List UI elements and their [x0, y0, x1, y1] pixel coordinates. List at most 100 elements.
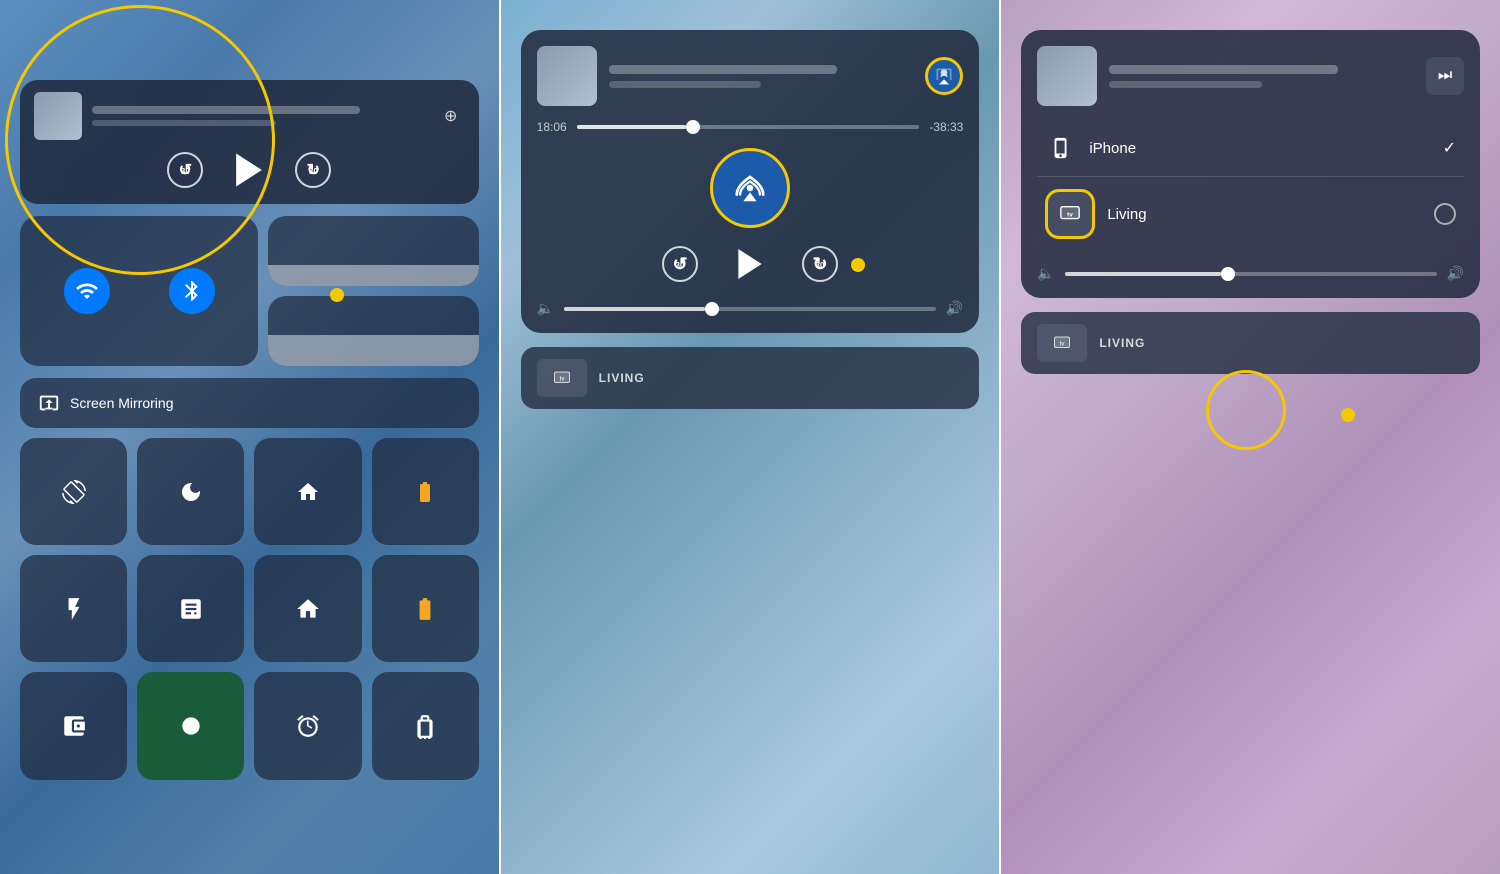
airplay-title-block — [609, 65, 914, 88]
brightness-slider[interactable] — [268, 216, 478, 286]
vol-high-icon-3: 🔊 — [1447, 265, 1464, 282]
album-art-large — [537, 46, 597, 106]
checkmark-icon: ✓ — [1443, 138, 1456, 158]
airplay-big-button[interactable] — [710, 148, 790, 228]
vol-fill-3 — [1065, 272, 1221, 276]
bluetooth-toggle[interactable] — [169, 268, 215, 314]
play-button-2[interactable] — [728, 242, 772, 286]
airplay-icon-button-header[interactable] — [925, 57, 963, 95]
home-control-button[interactable] — [254, 555, 361, 662]
appletv-logo-icon-3: tv — [1051, 334, 1073, 352]
vol-thumb-3 — [1221, 267, 1235, 281]
appletv-thumbnail-3: tv — [1037, 324, 1087, 362]
divider-2-3 — [999, 0, 1001, 874]
media-info — [92, 106, 427, 126]
airplay-title-bar — [609, 65, 838, 74]
volume-track[interactable] — [564, 307, 936, 311]
appletv-logo-icon: tv — [551, 369, 573, 387]
do-not-disturb-button[interactable] — [137, 438, 244, 545]
progress-thumb — [686, 120, 700, 134]
progress-row: 18:06 -38:33 — [537, 120, 964, 134]
screen-mirroring-label: Screen Mirroring — [70, 395, 173, 411]
airplay-button-small[interactable]: ⊕ — [437, 102, 465, 130]
appletv-device-icon[interactable]: tv — [1045, 189, 1095, 239]
sliders-column — [268, 216, 478, 366]
media-title-bar — [92, 106, 360, 114]
appletv-bar[interactable]: tv LIVING — [521, 347, 980, 409]
svg-text:tv: tv — [1067, 211, 1073, 218]
panel3-control-button[interactable]: ⏭ — [1426, 57, 1464, 95]
calculator-button[interactable] — [137, 555, 244, 662]
flashlight-button[interactable] — [20, 555, 127, 662]
progress-track[interactable] — [577, 125, 920, 129]
appletv-thumbnail: tv — [537, 359, 587, 397]
device-list: iPhone ✓ tv Living — [1037, 120, 1464, 251]
media-sub-bar — [92, 120, 276, 126]
action-buttons-grid — [20, 438, 479, 545]
device-picker-title-block — [1109, 65, 1414, 88]
control-center-panel: ⊕ ↺ 30 ↻ 30 — [20, 30, 479, 844]
bottom-buttons-grid — [20, 555, 479, 779]
screen-mirror-icon — [38, 392, 60, 414]
media-controls: ↺ 30 ↻ 30 — [34, 148, 465, 192]
airplay-card-header — [537, 46, 964, 106]
time-elapsed: 18:06 — [537, 120, 567, 134]
panel-control-center: ⊕ ↺ 30 ↻ 30 — [0, 0, 499, 874]
screen-rotation-lock-button[interactable] — [20, 438, 127, 545]
svg-text:tv: tv — [1060, 341, 1065, 347]
living-device-name: Living — [1107, 206, 1422, 223]
media-card: ⊕ ↺ 30 ↻ 30 — [20, 80, 479, 204]
volume-slider[interactable] — [268, 296, 478, 366]
vol-low-icon-3: 🔈 — [1037, 265, 1054, 282]
battery-status-button[interactable] — [372, 555, 479, 662]
skip-forward-button[interactable]: ↻ 30 — [295, 152, 331, 188]
home-app-button[interactable] — [254, 438, 361, 545]
skip-forward-button-2[interactable]: ↻ 30 — [802, 246, 838, 282]
panel-airplay: 18:06 -38:33 — [501, 0, 1000, 874]
volume-low-icon: 🔈 — [537, 300, 554, 317]
play-button[interactable] — [227, 148, 271, 192]
progress-fill — [577, 125, 687, 129]
iphone-device-icon — [1045, 132, 1077, 164]
remote-button[interactable] — [372, 672, 479, 779]
radio-button-living[interactable] — [1434, 203, 1456, 225]
appletv-bar-3[interactable]: tv LIVING — [1021, 312, 1480, 374]
appletv-location-label-3: LIVING — [1099, 336, 1145, 350]
wifi-bluetooth-group — [20, 216, 258, 366]
playback-row: ↺ 30 ↻ 30 — [537, 242, 964, 286]
screen-mirroring-button[interactable]: Screen Mirroring — [20, 378, 479, 428]
airplay-sub-bar — [609, 81, 761, 88]
airplay-card: 18:06 -38:33 — [521, 30, 980, 333]
annotation-circle-3 — [1206, 370, 1286, 450]
screen-record-button[interactable] — [137, 672, 244, 779]
device-row-living[interactable]: tv Living — [1037, 176, 1464, 251]
media-card-top: ⊕ — [34, 92, 465, 140]
panel3-content: ⏭ iPhone ✓ tv — [1021, 30, 1480, 844]
volume-row-3: 🔈 🔊 — [1037, 265, 1464, 282]
wallet-button[interactable] — [20, 672, 127, 779]
alarm-button[interactable] — [254, 672, 361, 779]
device-sub-bar — [1109, 81, 1261, 88]
volume-fill — [564, 307, 705, 311]
volume-row: 🔈 🔊 — [537, 300, 964, 317]
time-remaining: -38:33 — [929, 120, 963, 134]
vol-track-3[interactable] — [1065, 272, 1437, 276]
svg-text:tv: tv — [559, 376, 564, 382]
panel2-content: 18:06 -38:33 — [521, 30, 980, 844]
volume-high-icon: 🔊 — [946, 300, 963, 317]
device-title-bar — [1109, 65, 1338, 74]
battery-button[interactable] — [372, 438, 479, 545]
appletv-icon: tv — [1056, 203, 1084, 225]
appletv-location-label: LIVING — [599, 371, 645, 385]
wifi-toggle[interactable] — [64, 268, 110, 314]
device-picker-card: ⏭ iPhone ✓ tv — [1021, 30, 1480, 298]
divider-1-2 — [499, 0, 501, 874]
skip-back-button[interactable]: ↺ 30 — [167, 152, 203, 188]
panel-device-picker: ⏭ iPhone ✓ tv — [1001, 0, 1500, 874]
album-art-large-3 — [1037, 46, 1097, 106]
device-row-iphone[interactable]: iPhone ✓ — [1037, 120, 1464, 176]
quick-toggles-row — [20, 216, 479, 366]
iphone-device-name: iPhone — [1089, 140, 1430, 157]
device-picker-header: ⏭ — [1037, 46, 1464, 106]
skip-back-button-2[interactable]: ↺ 30 — [662, 246, 698, 282]
